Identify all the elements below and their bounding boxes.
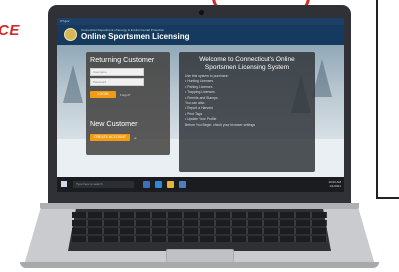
taskbar: Type here to search 10:00 AM 1/1/2021 bbox=[57, 177, 344, 192]
key-row bbox=[72, 236, 327, 242]
file-explorer-icon[interactable] bbox=[167, 181, 174, 188]
returning-customer-panel: Returning Customer Username Password LOG… bbox=[86, 52, 170, 155]
side-panel bbox=[376, 0, 399, 199]
tree-icon bbox=[312, 59, 332, 97]
clock-date: 1/1/2021 bbox=[329, 184, 341, 188]
taskbar-search-input[interactable]: Type here to search bbox=[73, 181, 134, 188]
login-button[interactable]: LOGIN bbox=[90, 91, 116, 98]
window-titlebar: CT.gov bbox=[57, 18, 344, 25]
password-input[interactable]: Password bbox=[90, 78, 144, 86]
username-input[interactable]: Username bbox=[90, 68, 144, 76]
key-row bbox=[72, 220, 327, 226]
windows-start-icon[interactable] bbox=[61, 181, 67, 187]
edge-browser-icon[interactable] bbox=[155, 181, 162, 188]
store-icon[interactable] bbox=[179, 181, 186, 188]
new-customer-heading: New Customer bbox=[90, 119, 138, 128]
app-title: Online Sportsmen Licensing bbox=[81, 32, 190, 41]
welcome-title: Welcome to Connecticut's Online Sportsme… bbox=[199, 56, 295, 71]
promo-text: CE bbox=[0, 22, 20, 39]
key-row bbox=[72, 212, 327, 218]
laptop-screen: CT.gov Connecticut Department of Energy … bbox=[57, 18, 344, 192]
key-row bbox=[72, 228, 327, 234]
task-view-icon[interactable] bbox=[143, 181, 150, 188]
returning-heading: Returning Customer bbox=[90, 55, 155, 64]
list-item: Before You Begin: check your browser set… bbox=[185, 122, 256, 127]
create-account-button[interactable]: CREATE ACCOUNT bbox=[90, 134, 130, 141]
webcam bbox=[199, 10, 204, 15]
welcome-list: Use this system to purchase: • Hunting L… bbox=[185, 74, 311, 128]
tree-icon bbox=[63, 65, 83, 103]
taskbar-clock: 10:00 AM 1/1/2021 bbox=[309, 180, 341, 188]
forgot-link[interactable]: Forgot? bbox=[120, 93, 130, 97]
welcome-panel: Welcome to Connecticut's Online Sportsme… bbox=[179, 52, 315, 172]
laptop-base-edge bbox=[20, 262, 379, 268]
laptop-hinge bbox=[40, 203, 359, 209]
state-seal-icon bbox=[64, 28, 77, 41]
or-label: or bbox=[134, 136, 137, 140]
window-title: CT.gov bbox=[60, 19, 70, 23]
